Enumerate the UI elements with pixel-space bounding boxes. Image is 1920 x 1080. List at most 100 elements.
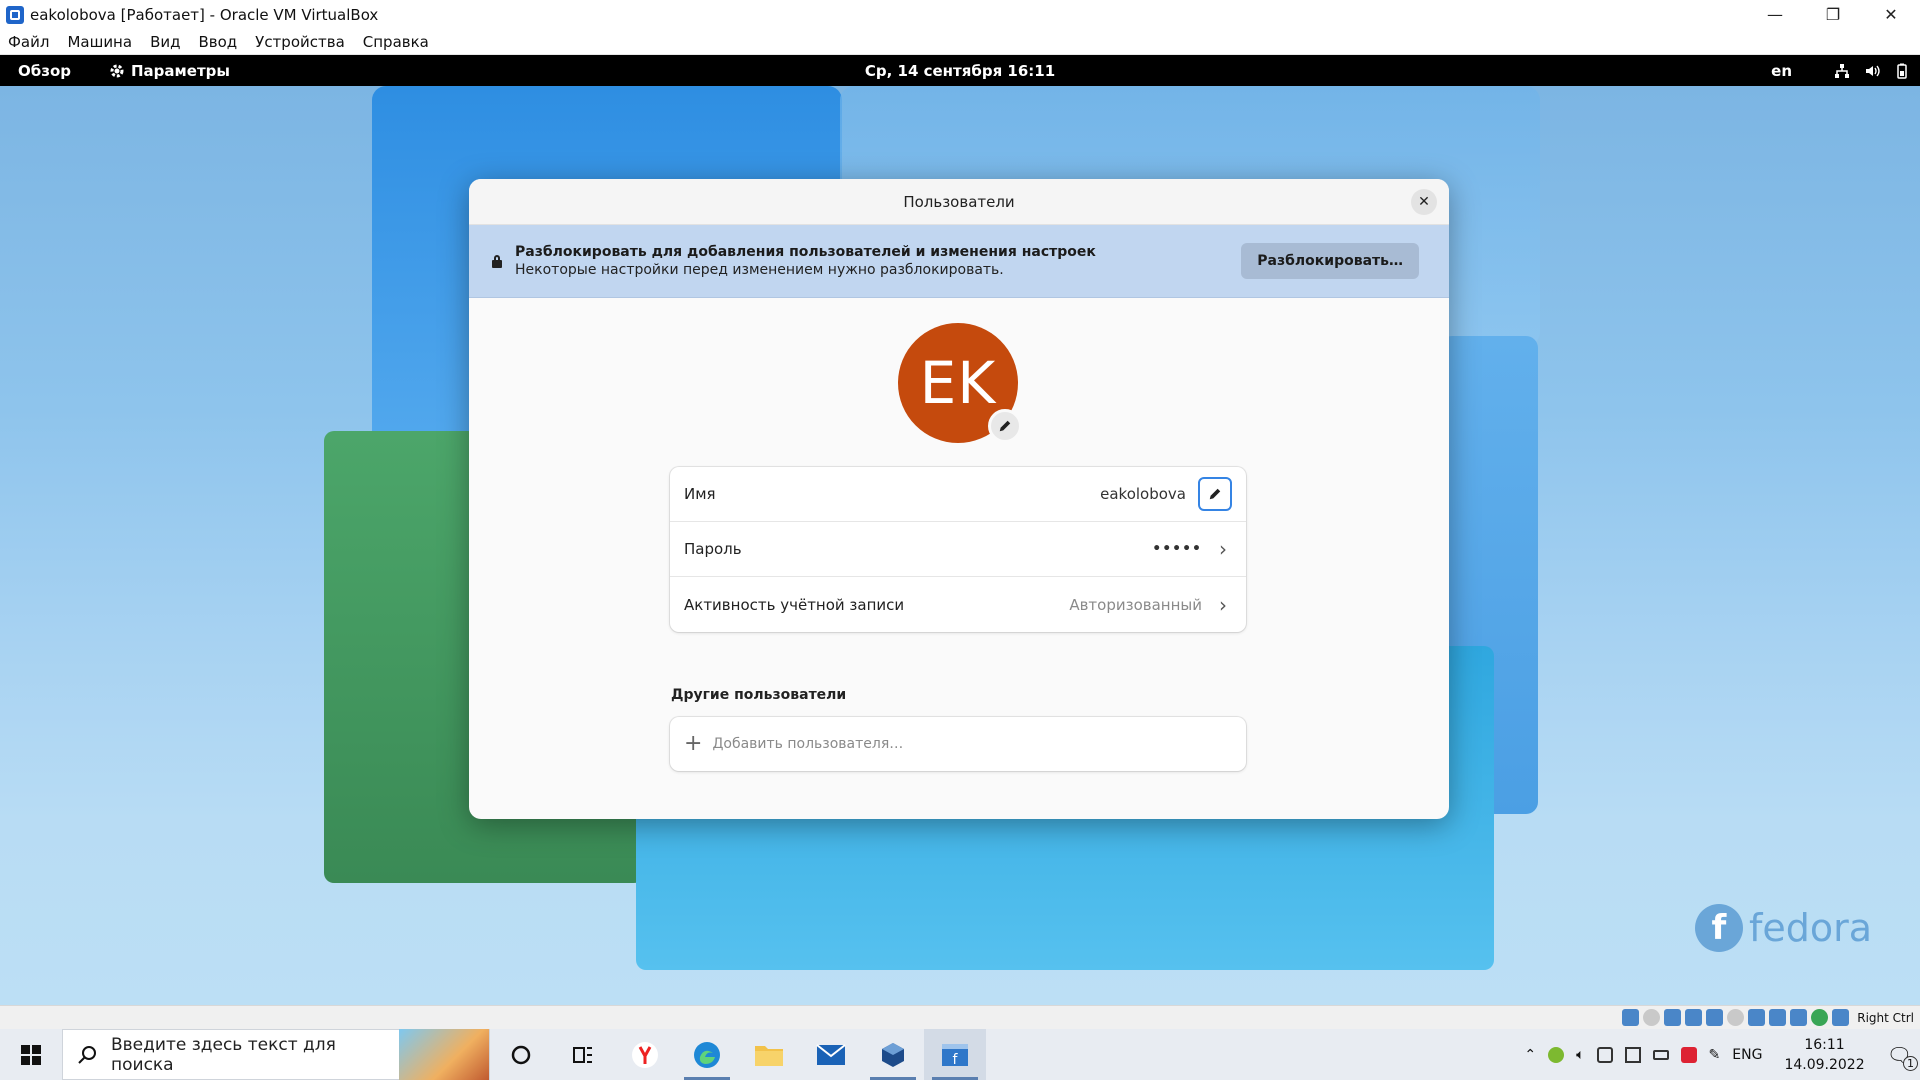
gnome-clock[interactable]: Ср, 14 сентября 16:11 bbox=[865, 62, 1055, 80]
speaker-icon[interactable]: 🔈︎ bbox=[1576, 1047, 1584, 1063]
virtualization-icon[interactable] bbox=[1790, 1009, 1808, 1026]
notification-center-button[interactable]: 🗨︎ 1 bbox=[1887, 1043, 1918, 1071]
edit-name-button[interactable] bbox=[1198, 477, 1232, 511]
network-icon[interactable] bbox=[1834, 63, 1850, 79]
host-key-icon[interactable] bbox=[1832, 1009, 1850, 1026]
cortana-icon bbox=[511, 1045, 531, 1064]
volume-icon[interactable] bbox=[1864, 63, 1880, 79]
dialog-close-button[interactable]: ✕ bbox=[1411, 189, 1437, 215]
name-value: eakolobova bbox=[1100, 485, 1186, 503]
fedora-logo-text: fedora bbox=[1748, 906, 1872, 950]
system-tray: ⌃ 🔈︎ ✎ ENG 16:11 14.09.2022 🗨︎ 1 bbox=[1524, 1035, 1920, 1075]
webcam-icon[interactable] bbox=[1596, 1046, 1613, 1063]
show-hidden-icons-chevron-up-icon[interactable]: ⌃ bbox=[1524, 1047, 1536, 1063]
taskbar-yandex-browser[interactable] bbox=[614, 1029, 676, 1080]
account-activity-value: Авторизованный bbox=[1069, 595, 1202, 614]
vbox-status-bar: Right Ctrl bbox=[0, 1005, 1920, 1029]
search-placeholder: Введите здесь текст для поиска bbox=[111, 1034, 336, 1075]
menu-help[interactable]: Справка bbox=[354, 33, 438, 51]
password-row[interactable]: Пароль ••••• › bbox=[670, 522, 1246, 577]
activities-button[interactable]: Обзор bbox=[18, 62, 71, 80]
virtualbox-icon bbox=[882, 1042, 904, 1067]
dialog-header: Пользователи ✕ bbox=[469, 179, 1449, 225]
dropbox-icon[interactable] bbox=[1680, 1046, 1697, 1063]
avatar-edit-button[interactable] bbox=[988, 409, 1022, 443]
banner-title: Разблокировать для добавления пользовате… bbox=[515, 244, 1096, 260]
audio-icon[interactable] bbox=[1664, 1009, 1682, 1026]
taskbar-date: 14.09.2022 bbox=[1784, 1056, 1865, 1073]
settings-label: Параметры bbox=[130, 61, 230, 80]
recording-icon[interactable] bbox=[1769, 1009, 1787, 1026]
yandex-browser-icon bbox=[632, 1041, 658, 1068]
vbox-title-bar: eakolobova [Работает] - Oracle VM Virtua… bbox=[0, 0, 1920, 29]
banner-subtitle: Некоторые настройки перед изменением нуж… bbox=[515, 262, 1004, 278]
battery-icon[interactable] bbox=[1652, 1049, 1669, 1060]
account-activity-label: Активность учётной записи bbox=[684, 595, 905, 614]
menu-input[interactable]: Ввод bbox=[189, 33, 246, 51]
mail-icon bbox=[816, 1043, 846, 1065]
maximize-button[interactable]: ❐ bbox=[1804, 0, 1862, 29]
close-window-button[interactable]: ✕ bbox=[1862, 0, 1920, 29]
hard-disk-icon[interactable] bbox=[1622, 1009, 1640, 1026]
chevron-right-icon: › bbox=[1219, 537, 1227, 561]
minimize-button[interactable]: — bbox=[1746, 0, 1804, 29]
taskbar-edge[interactable] bbox=[676, 1029, 738, 1080]
guest-additions-icon[interactable] bbox=[1811, 1009, 1829, 1026]
host-key-label: Right Ctrl bbox=[1857, 1010, 1914, 1025]
network-adapter-icon[interactable] bbox=[1685, 1009, 1703, 1026]
start-button[interactable] bbox=[0, 1029, 62, 1080]
vbox-menu-bar: Файл Машина Вид Ввод Устройства Справка bbox=[0, 29, 1920, 55]
input-language[interactable]: ENG bbox=[1732, 1047, 1762, 1063]
search-icon bbox=[78, 1045, 96, 1064]
settings-app-menu[interactable]: Параметры bbox=[109, 62, 230, 80]
taskbar-file-explorer[interactable] bbox=[738, 1029, 800, 1080]
folder-icon bbox=[755, 1045, 783, 1066]
taskbar-mail[interactable] bbox=[800, 1029, 862, 1080]
virtualbox-icon bbox=[6, 5, 24, 24]
menu-devices[interactable]: Устройства bbox=[246, 33, 354, 51]
users-dialog: Пользователи ✕ Разблокировать для добавл… bbox=[469, 179, 1449, 819]
other-users-title: Другие пользователи bbox=[671, 687, 847, 703]
account-activity-row[interactable]: Активность учётной записи Авторизованный… bbox=[670, 577, 1246, 632]
password-label: Пароль bbox=[684, 540, 742, 558]
yandex-disk-icon[interactable] bbox=[1548, 1046, 1565, 1063]
search-highlight-image[interactable] bbox=[399, 1029, 489, 1080]
optical-drive-icon[interactable] bbox=[1643, 1009, 1661, 1026]
dialog-title: Пользователи bbox=[903, 192, 1015, 211]
menu-file[interactable]: Файл bbox=[0, 33, 58, 51]
task-view-button[interactable] bbox=[552, 1029, 614, 1080]
name-row: Имя eakolobova bbox=[670, 467, 1246, 522]
edge-icon bbox=[694, 1041, 720, 1068]
windows-taskbar: Введите здесь текст для поиска f ⌃ 🔈︎ ✎ … bbox=[0, 1029, 1920, 1080]
user-info-card: Имя eakolobova Пароль ••••• › Активность… bbox=[670, 467, 1246, 632]
pen-icon[interactable]: ✎ bbox=[1709, 1047, 1721, 1063]
lock-icon bbox=[491, 255, 503, 268]
shared-folders-icon[interactable] bbox=[1727, 1009, 1745, 1026]
windows-logo-icon bbox=[21, 1044, 41, 1065]
unlock-banner: Разблокировать для добавления пользовате… bbox=[469, 225, 1449, 298]
menu-machine[interactable]: Машина bbox=[58, 33, 141, 51]
keyboard-layout-indicator[interactable]: en bbox=[1771, 62, 1792, 80]
cortana-button[interactable] bbox=[490, 1029, 552, 1080]
pencil-icon bbox=[1209, 488, 1221, 500]
chevron-right-icon: › bbox=[1219, 592, 1227, 617]
taskbar-vm-window[interactable]: f bbox=[924, 1029, 986, 1080]
task-view-icon bbox=[573, 1046, 592, 1063]
usb-icon[interactable] bbox=[1706, 1009, 1724, 1026]
window-title: eakolobova [Работает] - Oracle VM Virtua… bbox=[30, 5, 379, 24]
menu-view[interactable]: Вид bbox=[141, 33, 189, 51]
gear-icon bbox=[110, 64, 124, 77]
display-icon[interactable] bbox=[1748, 1009, 1766, 1026]
unlock-button[interactable]: Разблокировать… bbox=[1241, 243, 1419, 279]
battery-icon[interactable] bbox=[1894, 63, 1910, 79]
avatar-container: EK bbox=[898, 323, 1022, 445]
display-settings-icon[interactable] bbox=[1624, 1046, 1641, 1063]
vm-window-icon: f bbox=[942, 1043, 968, 1068]
fedora-logo-icon: f bbox=[1694, 904, 1743, 952]
taskbar-virtualbox-manager[interactable] bbox=[862, 1029, 924, 1080]
taskbar-clock[interactable]: 16:11 14.09.2022 bbox=[1784, 1035, 1864, 1075]
add-user-label: Добавить пользователя… bbox=[712, 736, 904, 752]
password-value: ••••• bbox=[1152, 541, 1202, 557]
taskbar-search-box[interactable]: Введите здесь текст для поиска bbox=[62, 1029, 490, 1080]
add-user-button[interactable]: + Добавить пользователя… bbox=[670, 717, 1246, 771]
